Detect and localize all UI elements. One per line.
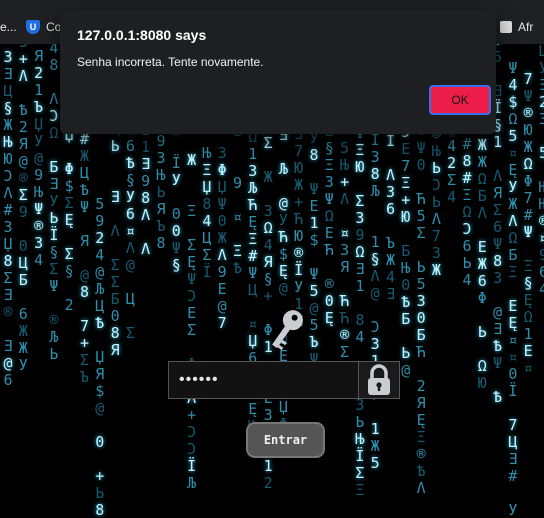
dialog-message: Senha incorreta. Tente novamente.: [77, 55, 264, 69]
ok-button[interactable]: OK: [429, 85, 491, 115]
bookmark-label: e...: [0, 20, 17, 34]
bookmark-label: Afr: [518, 20, 534, 34]
alert-dialog: 127.0.0.1:8080 says Senha incorreta. Ten…: [60, 10, 496, 134]
bookmark-item[interactable]: Afr: [500, 20, 533, 34]
password-value: ••••••: [179, 371, 219, 388]
bookmark-item[interactable]: e...: [0, 20, 17, 34]
key-icon: [272, 310, 303, 351]
bookmark-icon: [500, 21, 512, 33]
password-input[interactable]: ••••••: [168, 361, 358, 399]
shield-icon: U: [26, 20, 40, 34]
lock-button[interactable]: [358, 361, 400, 399]
dialog-title: 127.0.0.1:8080 says: [77, 27, 207, 43]
bookmark-item[interactable]: U Co: [26, 20, 61, 34]
ok-label: OK: [451, 93, 469, 107]
submit-button[interactable]: Entrar: [246, 422, 325, 458]
submit-label: Entrar: [263, 433, 308, 447]
lock-icon: [368, 364, 390, 395]
